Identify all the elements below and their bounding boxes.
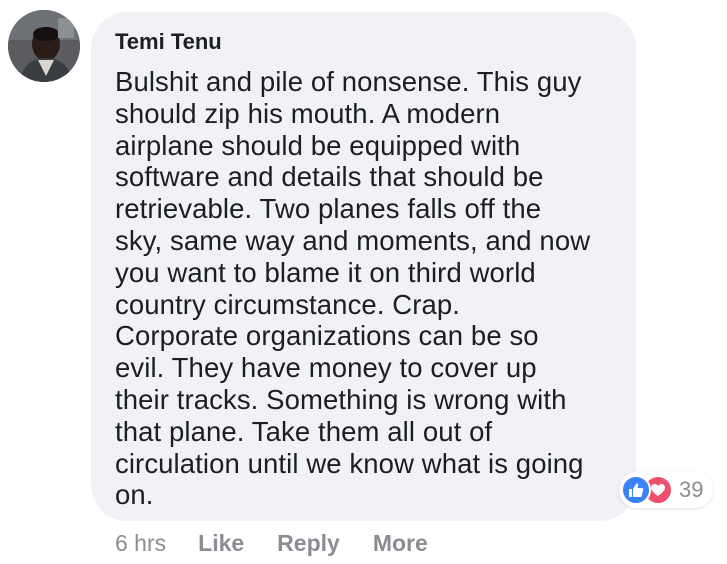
comment-text: Bulshit and pile of nonsense. This guy s… — [115, 66, 591, 511]
like-icon — [621, 475, 651, 505]
more-button[interactable]: More — [373, 530, 428, 557]
comment: Temi Tenu Bulshit and pile of nonsense. … — [0, 0, 727, 564]
reply-button[interactable]: Reply — [277, 530, 340, 557]
like-button[interactable]: Like — [198, 530, 244, 557]
comment-actions: 6 hrs Like Reply More — [115, 530, 461, 557]
reactions-badge[interactable]: 39 — [619, 472, 714, 508]
author-name[interactable]: Temi Tenu — [115, 28, 612, 56]
reaction-count: 39 — [679, 477, 704, 502]
avatar[interactable] — [8, 10, 80, 82]
comment-bubble: Temi Tenu Bulshit and pile of nonsense. … — [91, 12, 636, 521]
timestamp[interactable]: 6 hrs — [115, 530, 166, 557]
